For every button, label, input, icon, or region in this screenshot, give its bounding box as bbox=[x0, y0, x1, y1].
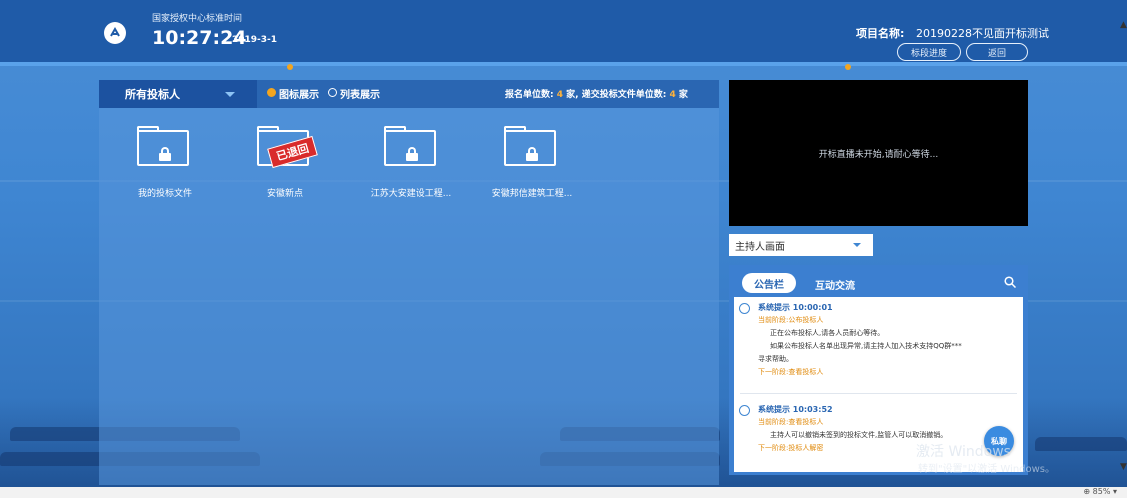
stats-submitted-label: 递交投标文件单位数: bbox=[581, 90, 667, 100]
stats-signup-label: 报名单位数: bbox=[505, 90, 554, 100]
progress-button[interactable]: 标段进度 bbox=[897, 43, 961, 61]
bidders-toolbar: 所有投标人 图标展示 列表展示 报名单位数: 4 家, 递交投标文件单位数: 4… bbox=[99, 80, 719, 108]
timeline-dot bbox=[845, 64, 851, 70]
status-bar: ⊕ 85% ▾ bbox=[0, 487, 1127, 498]
view-list-label[interactable]: 列表展示 bbox=[340, 86, 380, 101]
bidder-filter-select[interactable]: 所有投标人 bbox=[99, 80, 257, 108]
stats-submitted-count: 4 bbox=[669, 90, 676, 100]
message-stage: 当前阶段:查看投标人 bbox=[758, 418, 824, 426]
search-icon[interactable] bbox=[1004, 276, 1016, 288]
zoom-value: 85% bbox=[1092, 487, 1111, 496]
chevron-down-icon bbox=[225, 92, 235, 97]
windows-watermark: 激活 Windows bbox=[916, 444, 1011, 460]
message-divider bbox=[740, 393, 1017, 394]
message-title: 系统提示 10:03:52 bbox=[758, 405, 833, 414]
message-title: 系统提示 10:00:01 bbox=[758, 303, 833, 312]
lock-icon bbox=[406, 147, 418, 161]
message-text: 主持人可以撤销未签到的投标文件,监管人可以取消撤销。 bbox=[770, 431, 948, 439]
live-video-area: 开标直播未开始,请耐心等待... bbox=[729, 80, 1028, 226]
system-avatar-icon bbox=[739, 303, 750, 314]
time-caption: 国家授权中心标准时间 bbox=[152, 14, 243, 24]
folder-anhui-bangxin[interactable] bbox=[504, 126, 560, 166]
folder-label: 安徽邦信建筑工程... bbox=[491, 189, 573, 199]
stats-signup-count: 4 bbox=[556, 90, 564, 100]
clock-date: 2019-3-1 bbox=[232, 35, 278, 45]
video-message: 开标直播未开始,请耐心等待... bbox=[818, 149, 939, 160]
folder-label: 江苏大安建设工程... bbox=[370, 189, 452, 199]
view-icon-radio[interactable] bbox=[267, 88, 276, 97]
message-next-stage: 下一阶段:查看投标人 bbox=[758, 368, 824, 376]
chevron-down-icon bbox=[853, 243, 861, 247]
stats-unit: 家 bbox=[678, 90, 688, 100]
project-name: 20190228不见面开标测试 bbox=[916, 27, 1049, 40]
tab-interaction[interactable]: 互动交流 bbox=[815, 277, 855, 292]
lock-icon bbox=[159, 147, 171, 161]
folder-label: 安徽新点 bbox=[266, 189, 303, 199]
tab-notice-board[interactable]: 公告栏 bbox=[742, 273, 796, 293]
view-list-radio[interactable] bbox=[328, 88, 337, 97]
view-icon-label[interactable]: 图标展示 bbox=[279, 86, 319, 101]
stats-unit: 家, bbox=[566, 90, 579, 100]
page-background: 国家授权中心标准时间 10:27:24 2019-3-1 项目名称: 20190… bbox=[0, 0, 1127, 487]
project-label: 项目名称: bbox=[856, 27, 905, 40]
host-view-select[interactable]: 主持人画面 bbox=[729, 234, 873, 256]
scroll-up-icon[interactable]: ▲ bbox=[1120, 20, 1127, 30]
logo-icon bbox=[104, 22, 126, 44]
scroll-down-icon[interactable]: ▼ bbox=[1120, 462, 1127, 472]
locked-folder-icon bbox=[137, 130, 189, 166]
message-stage: 当前阶段:公布投标人 bbox=[758, 316, 824, 324]
locked-folder-icon bbox=[384, 130, 436, 166]
lock-icon bbox=[526, 147, 538, 161]
windows-watermark-hint: 转到"设置"以激活 Windows。 bbox=[918, 464, 1056, 475]
message-text: 如果公布投标人名单出现异常,请主持人加入技术支持QQ群*** bbox=[770, 342, 962, 350]
notice-message: 系统提示 10:00:01 当前阶段:公布投标人 正在公布投标人,请各人员耐心等… bbox=[734, 299, 1023, 389]
timeline-dot bbox=[287, 64, 293, 70]
folder-my-bid[interactable] bbox=[137, 126, 193, 166]
back-button[interactable]: 返回 bbox=[966, 43, 1028, 61]
folder-jiangsu-daan[interactable] bbox=[384, 126, 440, 166]
bidder-stats: 报名单位数: 4 家, 递交投标文件单位数: 4 家 bbox=[505, 87, 688, 100]
host-view-value: 主持人画面 bbox=[735, 242, 785, 253]
message-text: 寻求帮助。 bbox=[758, 355, 793, 363]
folder-label: 我的投标文件 bbox=[137, 189, 192, 199]
bidder-filter-value: 所有投标人 bbox=[125, 88, 180, 101]
top-header: 国家授权中心标准时间 10:27:24 2019-3-1 项目名称: 20190… bbox=[0, 0, 1127, 62]
seat-row bbox=[1035, 437, 1127, 451]
locked-folder-icon bbox=[504, 130, 556, 166]
bidders-panel: 所有投标人 图标展示 列表展示 报名单位数: 4 家, 递交投标文件单位数: 4… bbox=[99, 80, 719, 485]
zoom-level[interactable]: ⊕ 85% ▾ bbox=[1083, 487, 1117, 496]
header-divider bbox=[0, 62, 1127, 66]
message-text: 正在公布投标人,请各人员耐心等待。 bbox=[770, 329, 885, 337]
system-avatar-icon bbox=[739, 405, 750, 416]
message-next-stage: 下一阶段:投标人解密 bbox=[758, 444, 824, 452]
